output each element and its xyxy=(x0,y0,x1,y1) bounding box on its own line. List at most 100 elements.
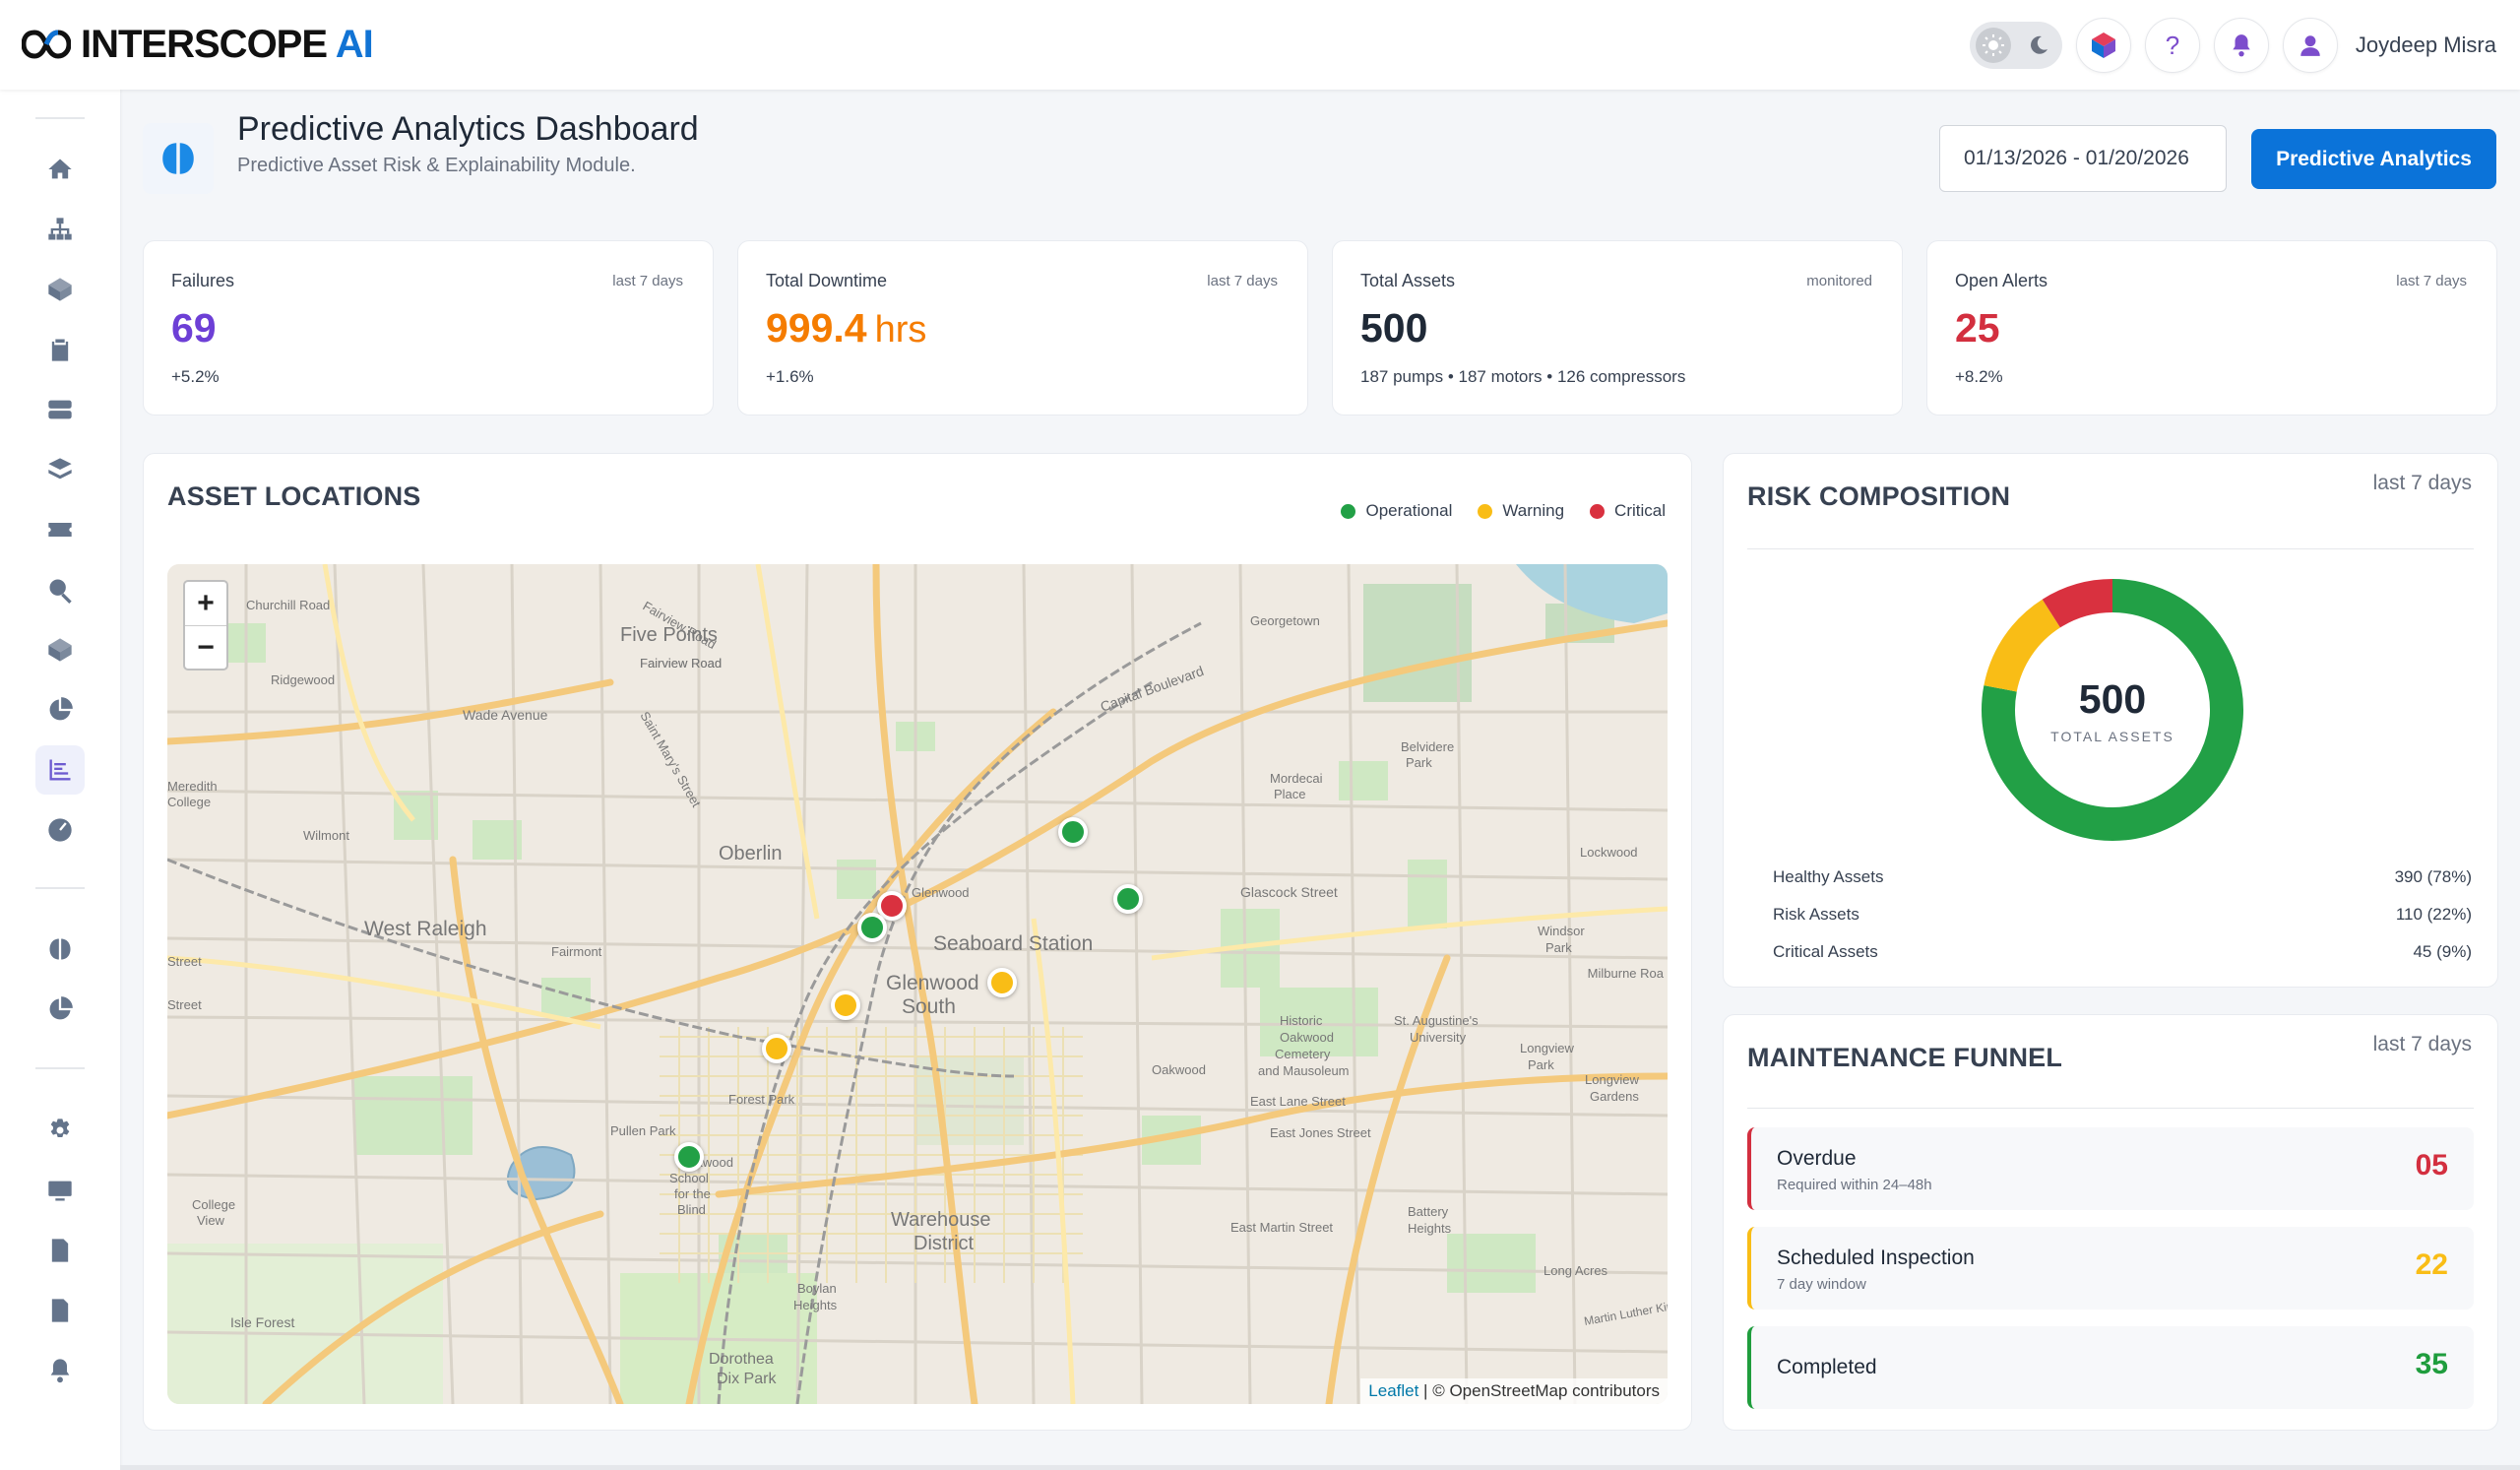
svg-text:Pullen Park: Pullen Park xyxy=(610,1123,676,1138)
svg-text:Oberlin: Oberlin xyxy=(719,843,782,864)
invoice-icon xyxy=(51,1239,69,1262)
legend-dot xyxy=(1478,503,1493,519)
legend-dot xyxy=(1341,503,1356,519)
sun-icon xyxy=(1982,34,2004,56)
sidebar-item-alerts[interactable] xyxy=(35,1346,85,1395)
funnel-item-title: Completed xyxy=(1777,1356,1877,1378)
svg-text:Glascock Street: Glascock Street xyxy=(1240,884,1338,900)
bar-chart-icon xyxy=(49,759,71,781)
kpi-delta: +8.2% xyxy=(1955,367,2003,386)
funnel-item-overdue[interactable]: Overdue Required within 24–48h 05 xyxy=(1747,1127,2474,1210)
svg-text:Glenwood: Glenwood xyxy=(886,972,979,994)
bell-icon xyxy=(2233,34,2250,57)
legend-critical[interactable]: Critical xyxy=(1590,501,1666,521)
sidebar-item-assets[interactable] xyxy=(35,265,85,314)
svg-text:Historic: Historic xyxy=(1280,1013,1323,1028)
search-icon xyxy=(49,579,72,604)
sidebar-item-tickets[interactable] xyxy=(35,505,85,554)
sidebar-item-invoices[interactable] xyxy=(35,1226,85,1275)
kpi-card-failures: Failures last 7 days 69 +5.2% xyxy=(143,240,714,415)
asset-map[interactable]: Five Points Fairview Road Fairview Road … xyxy=(167,564,1668,1404)
divider xyxy=(1747,1108,2474,1109)
maintenance-funnel-period: last 7 days xyxy=(2372,1033,2472,1055)
sidebar-divider xyxy=(35,887,85,889)
asset-locations-card: ASSET LOCATIONS Operational Warning Crit… xyxy=(143,453,1692,1431)
sidebar-item-devices[interactable] xyxy=(35,1166,85,1215)
asset-marker-warning[interactable] xyxy=(987,968,1017,997)
brand-name: INTERSCOPE AI xyxy=(81,22,374,66)
funnel-item-completed[interactable]: Completed 35 xyxy=(1747,1326,2474,1409)
legend-warning[interactable]: Warning xyxy=(1478,501,1564,521)
theme-toggle[interactable] xyxy=(1969,22,2062,69)
kpi-card-downtime: Total Downtime last 7 days 999.4 hrs +1.6… xyxy=(737,240,1308,415)
leaflet-link[interactable]: Leaflet xyxy=(1368,1381,1418,1400)
asset-marker-operational[interactable] xyxy=(857,913,887,942)
kpi-value: 500 xyxy=(1360,305,1428,351)
cube-alt-icon xyxy=(48,638,72,662)
asset-marker-operational[interactable] xyxy=(1113,884,1143,914)
sidebar-item-clipboard[interactable] xyxy=(35,325,85,374)
zoom-in-button[interactable]: + xyxy=(185,582,226,625)
sidebar-item-ai-brain[interactable] xyxy=(35,925,85,974)
sidebar-item-predictive-analytics[interactable] xyxy=(35,745,85,795)
kpi-card-total-assets: Total Assets monitored 500 187 pumps • 1… xyxy=(1332,240,1903,415)
sidebar xyxy=(0,90,120,1470)
svg-text:Mordecai: Mordecai xyxy=(1270,771,1323,786)
funnel-item-scheduled-inspection[interactable]: Scheduled Inspection 7 day window 22 xyxy=(1747,1227,2474,1310)
donut-total: 500 xyxy=(2078,675,2147,722)
sidebar-item-models[interactable] xyxy=(35,625,85,674)
svg-text:Belvidere: Belvidere xyxy=(1401,739,1454,754)
svg-text:East Jones Street: East Jones Street xyxy=(1270,1125,1371,1140)
svg-text:Warehouse: Warehouse xyxy=(891,1209,991,1231)
help-button[interactable]: ? xyxy=(2144,18,2200,73)
svg-text:Longview: Longview xyxy=(1520,1041,1575,1055)
funnel-item-title: Scheduled Inspection xyxy=(1777,1246,1975,1269)
date-range-picker[interactable]: 01/13/2026 - 01/20/2026 xyxy=(1939,125,2227,192)
svg-text:St. Augustine's: St. Augustine's xyxy=(1394,1013,1479,1028)
kpi-period: monitored xyxy=(1806,273,1872,289)
stat-row-healthy: Healthy Assets 390 (78%) xyxy=(1773,867,2472,886)
sidebar-item-dashboard[interactable] xyxy=(35,805,85,855)
notifications-button[interactable] xyxy=(2213,18,2269,73)
sidebar-item-settings[interactable] xyxy=(35,1106,85,1155)
svg-text:Street: Street xyxy=(167,997,202,1012)
zoom-out-button[interactable]: − xyxy=(185,625,226,669)
svg-text:Battery: Battery xyxy=(1408,1204,1449,1219)
svg-text:Gardens: Gardens xyxy=(1590,1089,1639,1104)
svg-text:Place: Place xyxy=(1274,787,1306,801)
svg-text:Dix Park: Dix Park xyxy=(717,1371,777,1387)
sidebar-item-home[interactable] xyxy=(35,145,85,194)
bell-icon xyxy=(50,1359,70,1383)
user-name[interactable]: Joydeep Misra xyxy=(2356,32,2496,58)
profile-button[interactable] xyxy=(2282,18,2338,73)
svg-text:Park: Park xyxy=(1545,940,1572,955)
stat-row-critical: Critical Assets 45 (9%) xyxy=(1773,942,2472,961)
sidebar-item-analytics[interactable] xyxy=(35,985,85,1034)
asset-marker-operational[interactable] xyxy=(674,1142,704,1172)
sidebar-item-layers[interactable] xyxy=(35,445,85,494)
sidebar-item-servers[interactable] xyxy=(35,385,85,434)
kpi-label: Failures xyxy=(171,271,235,290)
asset-marker-operational[interactable] xyxy=(1058,817,1088,847)
sidebar-item-reports[interactable] xyxy=(35,685,85,735)
sidebar-divider xyxy=(35,1067,85,1069)
sidebar-item-billing[interactable] xyxy=(35,1286,85,1335)
legend-operational[interactable]: Operational xyxy=(1341,501,1452,521)
map-tiles: Five Points Fairview Road Fairview Road … xyxy=(167,564,1668,1404)
brand-logo[interactable]: INTERSCOPE AI xyxy=(22,20,374,69)
bottom-strip xyxy=(120,1465,2520,1470)
sidebar-item-hierarchy[interactable] xyxy=(35,205,85,254)
sidebar-item-search[interactable] xyxy=(35,565,85,614)
brain-header-icon xyxy=(143,123,214,194)
app-switcher-button[interactable] xyxy=(2075,18,2131,73)
kpi-delta: 187 pumps • 187 motors • 126 compressors xyxy=(1360,367,1686,386)
asset-marker-warning[interactable] xyxy=(762,1034,791,1063)
page-title: Predictive Analytics Dashboard xyxy=(237,110,699,148)
svg-text:Lockwood: Lockwood xyxy=(1580,845,1638,860)
funnel-item-value: 05 xyxy=(2415,1149,2448,1182)
predictive-analytics-button[interactable]: Predictive Analytics xyxy=(2251,129,2496,189)
svg-text:Forest Park: Forest Park xyxy=(728,1092,795,1107)
stat-row-risk: Risk Assets 110 (22%) xyxy=(1773,905,2472,924)
asset-marker-warning[interactable] xyxy=(831,991,860,1020)
svg-text:Long Acres: Long Acres xyxy=(1544,1263,1608,1278)
